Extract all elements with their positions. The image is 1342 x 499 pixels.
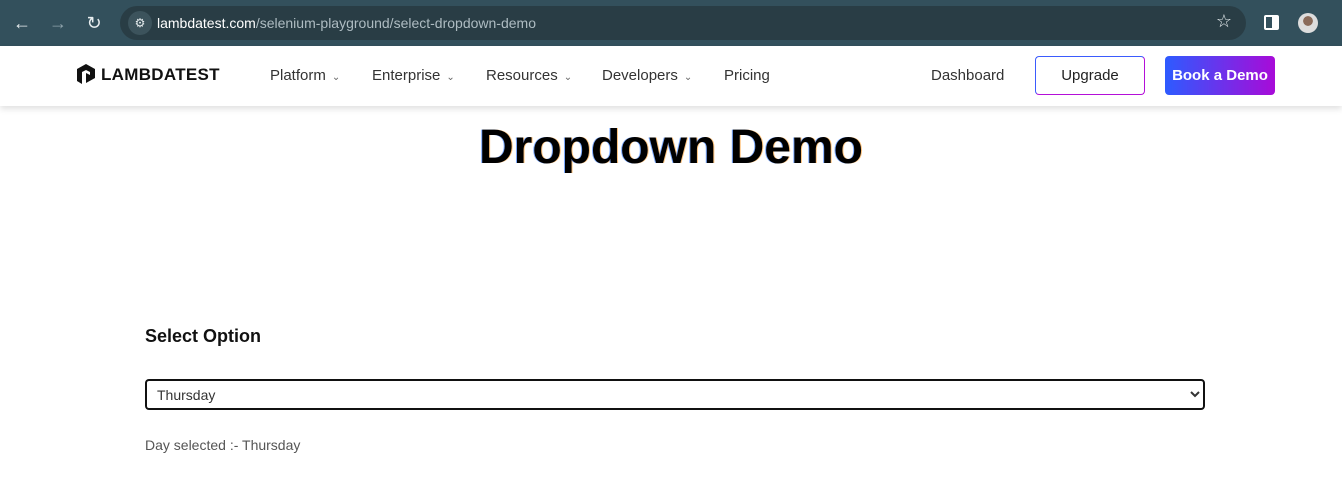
nav-developers[interactable]: Developers ⌄ (602, 67, 692, 84)
side-panel-icon[interactable] (1264, 15, 1279, 30)
nav-dashboard[interactable]: Dashboard (931, 67, 1004, 84)
reload-button[interactable]: ↻ (81, 10, 107, 36)
select-label: Select Option (145, 326, 262, 346)
bookmark-star-icon[interactable]: ☆ (1216, 11, 1232, 32)
nav-enterprise[interactable]: Enterprise ⌄ (372, 67, 455, 84)
profile-avatar[interactable] (1298, 13, 1318, 33)
chevron-down-icon: ⌄ (563, 72, 573, 83)
nav-label: Resources (486, 67, 558, 84)
book-demo-button[interactable]: Book a Demo (1165, 56, 1275, 95)
chevron-down-icon: ⌄ (446, 72, 455, 83)
site-info-icon[interactable]: ⚙ (128, 11, 152, 35)
nav-label: Platform (270, 67, 326, 84)
result-value: Thursday (242, 437, 301, 453)
chevron-down-icon: ⌄ (683, 72, 693, 83)
url-path: /selenium-playground/select-dropdown-dem… (255, 15, 536, 31)
logo-icon (77, 64, 95, 84)
browser-toolbar: ← → ↻ ⚙ lambdatest.com/selenium-playgrou… (0, 0, 1342, 46)
nav-label: Enterprise (372, 67, 441, 84)
nav-label: Pricing (724, 67, 770, 84)
address-bar[interactable]: ⚙ lambdatest.com/selenium-playground/sel… (120, 6, 1246, 40)
chevron-down-icon: ⌄ (331, 72, 341, 83)
forward-button[interactable]: → (45, 10, 71, 36)
logo-text: LAMBDATEST (101, 65, 220, 84)
day-select-dropdown[interactable]: SundayMondayTuesdayWednesdayThursdayFrid… (145, 379, 1205, 410)
url-host: lambdatest.com (157, 15, 256, 31)
result-prefix: Day selected :- (145, 437, 243, 453)
upgrade-button[interactable]: Upgrade (1035, 56, 1145, 95)
nav-platform[interactable]: Platform ⌄ (270, 67, 340, 84)
lambdatest-logo[interactable]: LAMBDATEST (75, 63, 220, 87)
nav-label: Developers (602, 67, 678, 84)
back-button[interactable]: ← (9, 10, 35, 36)
page-title: Dropdown Demo (479, 121, 863, 174)
selected-day-result: Day selected :- Thursday (145, 437, 300, 453)
site-navbar: LAMBDATEST Platform ⌄ Enterprise ⌄ Resourc… (0, 46, 1342, 106)
nav-resources[interactable]: Resources ⌄ (486, 67, 572, 84)
nav-pricing[interactable]: Pricing (724, 67, 770, 84)
